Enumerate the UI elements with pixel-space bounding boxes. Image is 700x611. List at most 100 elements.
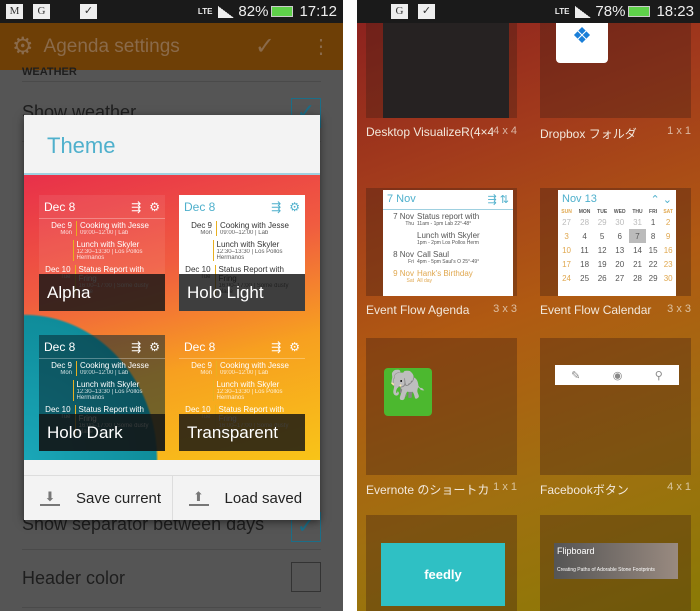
event-detail: 12:30–13:30 | Los Pollos Hermanos (76, 389, 143, 401)
calendar-day[interactable]: 15 (646, 243, 660, 257)
header-date: Dec 8 (44, 339, 76, 354)
event-title: Status report with (417, 212, 480, 221)
edit-icon: ✎ (571, 369, 581, 382)
widget-header: Dec 8 ⇶ ⚙ (39, 195, 165, 219)
event-row: Lunch with Skyler 12:30–13:30 | Los Pollo… (179, 238, 305, 263)
facebook-buttons-preview: ✎ ◉ ⚲ (555, 365, 679, 385)
calendar-day[interactable]: 27 (558, 215, 575, 229)
calendar-day[interactable]: 6 (610, 229, 629, 243)
widget-size: 3 x 3 (493, 303, 517, 315)
event-row: Lunch with Skyler 12:30–13:30 | Los Pollo… (179, 378, 305, 403)
widget-name: Event Flow Calendar (540, 303, 652, 317)
download-icon: ⬇ (40, 490, 60, 506)
add-event-icon: ⇶ (131, 199, 142, 214)
calendar-day[interactable]: 29 (594, 215, 610, 229)
upload-icon: ⬆ (188, 490, 209, 506)
widget-name: Dropbox フォルダ (540, 127, 637, 141)
widget-size: 1 x 1 (667, 125, 691, 137)
battery-percent: 82% (238, 3, 269, 20)
calendar-day[interactable]: 31 (629, 215, 646, 229)
theme-grid: Dec 8 ⇶ ⚙ Dec 9 Mon Cooking with Jesse 09:00–1… (24, 175, 320, 460)
event-date: Dec 9 (191, 361, 212, 370)
calendar-day[interactable]: 28 (575, 215, 594, 229)
add-event-icon: ⇶ ⇅ (487, 194, 510, 206)
calendar-day[interactable]: 2 (660, 215, 676, 229)
event-detail: 09:00–12:00 | Lab (80, 370, 129, 376)
calendar-day[interactable]: 18 (575, 257, 594, 271)
calendar-day[interactable]: 11 (575, 243, 594, 257)
event-date: Dec 10 (185, 265, 211, 274)
calendar-day[interactable]: 9 (660, 229, 676, 243)
calendar-day[interactable]: 3 (558, 229, 575, 243)
event-flow-calendar-preview: Nov 13 ⌃ ⌄ SUN MON TUE WED THU FRI SAT 27 28 29 30 31… (558, 190, 676, 296)
widget-label: Desktop VisualizeR(4×4) 4 x 4 (366, 125, 517, 139)
event-date: Dec 9 (51, 221, 72, 230)
calendar-day[interactable]: 13 (610, 243, 629, 257)
event-title: Lunch with Skyler (76, 380, 140, 389)
calendar-day[interactable]: 12 (594, 243, 610, 257)
calendar-day[interactable]: 24 (558, 271, 575, 285)
event-title: Call Saul (417, 250, 450, 259)
event-date: Dec 10 (45, 265, 71, 274)
calendar-day[interactable]: 23 (660, 257, 676, 271)
calendar-day[interactable]: 8 (646, 229, 660, 243)
calendar-day[interactable]: 1 (646, 215, 660, 229)
theme-label: Holo Dark (39, 414, 165, 451)
calendar-day[interactable]: 5 (594, 229, 610, 243)
widget-size: 1 x 1 (493, 481, 517, 493)
event-date: Dec 10 (45, 405, 71, 414)
battery-icon (628, 6, 651, 17)
calendar-day[interactable]: 14 (629, 243, 646, 257)
calendar-day[interactable]: 30 (610, 215, 629, 229)
check-icon[interactable]: ✓ (255, 32, 275, 61)
header-date: Dec 8 (184, 339, 216, 354)
calendar-day[interactable]: 29 (646, 271, 660, 285)
calendar-day[interactable]: 27 (610, 271, 629, 285)
calendar-day[interactable]: 7 (629, 229, 646, 243)
signal-icon (218, 5, 235, 18)
setting-header-color[interactable]: Header color (22, 562, 321, 608)
event-detail: 12:30–13:30 | Los Pollos Hermanos (76, 249, 143, 261)
event-row: Dec 9 Mon Cooking with Jesse 09:00–12:00 | … (39, 219, 165, 238)
calendar-day[interactable]: 21 (629, 257, 646, 271)
clock: 18:23 (656, 3, 694, 20)
theme-option-2[interactable]: Dec 8 ⇶ ⚙ Dec 9 Mon Cooking with Jesse 09:00–1… (39, 335, 165, 451)
overflow-menu-icon[interactable]: ⋮ (311, 34, 331, 59)
load-saved-button[interactable]: ⬆ Load saved (171, 476, 321, 520)
calendar-day[interactable]: 22 (646, 257, 660, 271)
save-current-button[interactable]: ⬇ Save current (24, 476, 172, 520)
location-icon: ⚲ (654, 369, 663, 382)
theme-option-0[interactable]: Dec 8 ⇶ ⚙ Dec 9 Mon Cooking with Jesse 09:00–1… (39, 195, 165, 311)
calendar-day[interactable]: 19 (594, 257, 610, 271)
button-label: Save current (76, 489, 162, 507)
calendar-day[interactable]: 10 (558, 243, 575, 257)
event-date: 7 Nov (393, 212, 414, 221)
calendar-day[interactable]: 26 (594, 271, 610, 285)
event-detail: 09:00–12:00 | Lab (80, 230, 129, 236)
theme-option-1[interactable]: Dec 8 ⇶ ⚙ Dec 9 Mon Cooking with Jesse 09:00–1… (179, 195, 305, 311)
calendar-day[interactable]: 20 (610, 257, 629, 271)
theme-option-3[interactable]: Dec 8 ⇶ ⚙ Dec 9 Mon Cooking with Jesse 09:00–1… (179, 335, 305, 451)
calendar-day[interactable]: 28 (629, 271, 646, 285)
widget-name: Desktop VisualizeR(4×4) (366, 125, 494, 139)
flipboard-preview: Flipboard Creating Paths of Adorable Ston… (554, 543, 678, 579)
calendar-day[interactable]: 25 (575, 271, 594, 285)
dialog-title: Theme (24, 115, 320, 175)
clock: 17:12 (299, 3, 337, 20)
calendar-day[interactable]: 4 (575, 229, 594, 243)
header-color-swatch[interactable] (291, 562, 321, 592)
agenda-row: 9 Nov Sat Hank's Birthday All day (383, 267, 513, 286)
widget-cell[interactable] (540, 338, 691, 475)
event-day: Mon (60, 230, 72, 236)
action-bar: ⚙ Agenda settings ✓ ⋮ (0, 23, 343, 70)
event-row: Dec 9 Mon Cooking with Jesse 09:00–12:00 | … (39, 359, 165, 378)
gear-icon[interactable]: ⚙ (12, 32, 34, 61)
theme-label: Alpha (39, 274, 165, 311)
event-detail: 09:00–12:00 | Lab (220, 370, 269, 376)
calendar-day[interactable]: 16 (660, 243, 676, 257)
widget-name: Facebookボタン (540, 483, 629, 497)
event-date: Dec 10 (185, 405, 211, 414)
calendar-day[interactable]: 17 (558, 257, 575, 271)
add-event-icon: ⇶ (131, 339, 142, 354)
calendar-day[interactable]: 30 (660, 271, 676, 285)
